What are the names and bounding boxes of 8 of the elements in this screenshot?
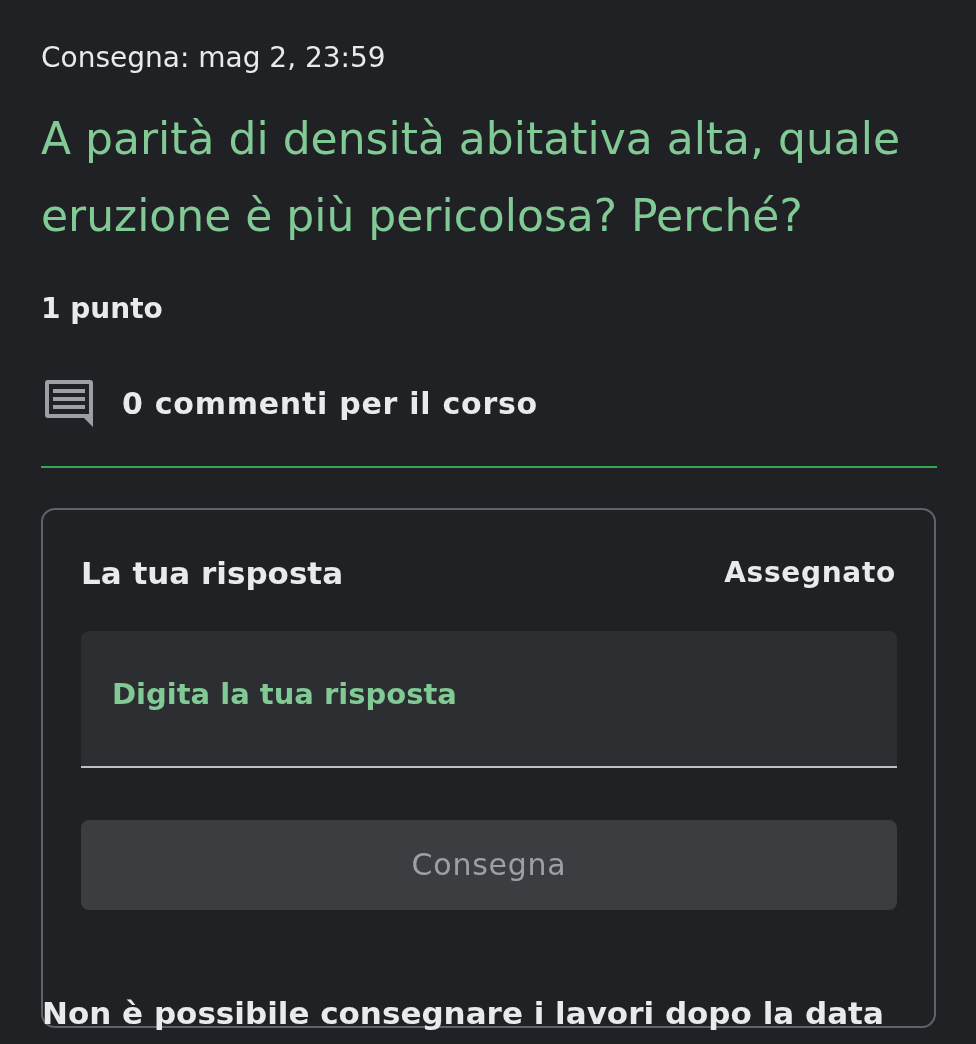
points-label: 1 punto — [41, 291, 164, 327]
card-title: La tua risposta — [81, 554, 344, 593]
answer-field[interactable]: Digita la tua risposta — [81, 630, 897, 768]
notice-text: Non è possibile consegnare i lavori dopo la data — [42, 994, 884, 1033]
due-date: Consegna: mag 2, 23:59 — [41, 40, 387, 76]
comments-link[interactable]: 0 commenti per il corso — [122, 380, 538, 426]
question-title: A parità di densità abitativa alta, quale eruzione è più pericolosa? Perché? — [41, 112, 902, 243]
status-label: Assegnato — [724, 555, 896, 592]
